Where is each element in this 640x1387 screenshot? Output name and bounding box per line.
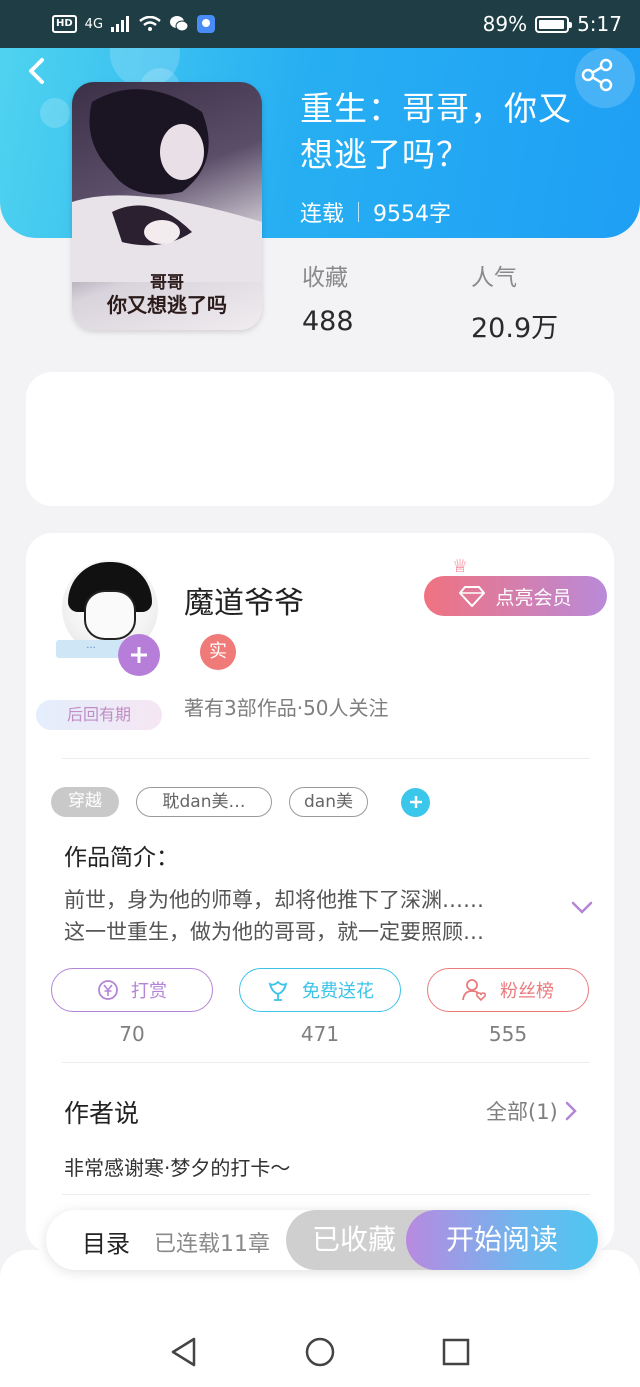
divider <box>62 758 590 759</box>
blank-card <box>26 372 614 506</box>
back-button[interactable] <box>22 56 52 86</box>
fan-ranking-button[interactable]: 粉丝榜 <box>427 968 589 1012</box>
chevron-down-icon <box>571 901 593 914</box>
status-bar: HD 4G 89% 5:17 <box>0 0 640 48</box>
author-says-all-label: 全部(1) <box>486 1100 558 1124</box>
tip-button-label: 打赏 <box>131 981 167 1002</box>
stat-label: 收藏 <box>302 265 348 291</box>
flower-count: 471 <box>300 1022 340 1046</box>
stat-label: 人气 <box>471 265 517 291</box>
app-notification-icon <box>197 15 216 33</box>
tip-count: 70 <box>119 1022 145 1046</box>
network-label: 4G <box>84 16 104 32</box>
cover-text-line2: 你又想逃了吗 <box>107 293 227 317</box>
plus-icon <box>131 647 147 663</box>
book-meta: 连载 9554字 <box>300 196 451 228</box>
avatar-ribbon: ··· <box>56 640 126 658</box>
tip-button[interactable]: 打赏 <box>51 968 213 1012</box>
diamond-icon <box>459 586 486 607</box>
start-reading-button[interactable]: 开始阅读 <box>406 1210 598 1270</box>
square-recents-icon <box>442 1338 470 1366</box>
plus-icon <box>409 796 422 808</box>
bottom-action-bar: 目录 已连载11章 已收藏 开始阅读 <box>46 1210 598 1270</box>
nav-recents-button[interactable] <box>440 1336 472 1368</box>
expand-intro-button[interactable] <box>570 896 594 920</box>
author-name[interactable]: 魔道爷爷 <box>184 578 304 622</box>
stat-popularity: 人气 20.9万 <box>471 258 558 345</box>
author-says-all-link[interactable]: 全部(1) <box>486 1096 578 1126</box>
author-summary: 著有3部作品·50人关注 <box>184 696 389 720</box>
yuan-coin-icon <box>98 980 118 1000</box>
tag-item[interactable]: 耽dan美… <box>136 787 272 817</box>
tag-item[interactable]: 穿越 <box>51 787 119 817</box>
battery-icon <box>535 15 573 33</box>
word-count: 9554字 <box>373 202 452 227</box>
verified-badge: 实 <box>200 634 236 670</box>
hd-badge: HD <box>52 15 77 33</box>
intro-line: 前世，身为他的师尊，却将他推下了深渊…… <box>64 888 484 912</box>
follow-author-button[interactable] <box>118 634 160 676</box>
user-heart-icon <box>462 979 487 1002</box>
vip-button-label: 点亮会员 <box>495 586 572 609</box>
meta-divider <box>358 202 360 222</box>
flower-icon <box>268 980 288 1001</box>
stat-value: 488 <box>302 306 354 337</box>
battery-percent: 89% <box>482 12 528 36</box>
fan-ranking-label: 粉丝榜 <box>500 981 554 1002</box>
stat-favorites: 收藏 488 <box>302 258 354 337</box>
chevron-right-icon <box>565 1101 577 1121</box>
divider <box>62 1194 590 1195</box>
crown-icon: ♕ <box>452 556 469 577</box>
nav-back-button[interactable] <box>168 1336 200 1368</box>
vip-button[interactable]: 点亮会员 <box>424 576 607 616</box>
intro-line: 这一世重生，做为他的哥哥，就一定要照顾… <box>64 920 484 944</box>
free-flower-label: 免费送花 <box>302 981 374 1002</box>
author-says-text: 非常感谢寒·梦夕的打卡～ <box>64 1156 291 1180</box>
add-tag-button[interactable] <box>401 788 430 817</box>
intro-title: 作品简介： <box>64 845 179 871</box>
serial-status: 连载 <box>300 202 345 227</box>
signal-icon <box>111 16 130 32</box>
catalog-button[interactable]: 目录 <box>82 1224 130 1259</box>
author-says-title: 作者说 <box>64 1099 140 1128</box>
author-status-badge: 后回有期 <box>36 700 162 730</box>
book-cover[interactable]: 哥哥 你又想逃了吗 <box>72 82 262 330</box>
divider <box>62 1062 590 1063</box>
fan-count: 555 <box>488 1022 528 1046</box>
intro-text[interactable]: 前世，身为他的师尊，却将他推下了深渊…… 这一世重生，做为他的哥哥，就一定要照顾… <box>64 884 554 948</box>
clock: 5:17 <box>577 12 622 36</box>
triangle-back-icon <box>171 1337 196 1367</box>
chapter-count[interactable]: 已连载11章 <box>154 1226 270 1258</box>
tag-item[interactable]: dan美 <box>289 787 368 817</box>
circle-home-icon <box>305 1337 335 1367</box>
stat-value: 20.9万 <box>471 313 559 344</box>
book-title: 重生：哥哥，你又想逃了吗？ <box>300 89 572 174</box>
wifi-icon <box>139 16 161 31</box>
nav-home-button[interactable] <box>304 1336 336 1368</box>
cover-text-line1: 哥哥 <box>150 273 184 293</box>
wechat-icon <box>170 16 189 32</box>
chevron-left-icon <box>29 58 44 84</box>
free-flower-button[interactable]: 免费送花 <box>239 968 401 1012</box>
